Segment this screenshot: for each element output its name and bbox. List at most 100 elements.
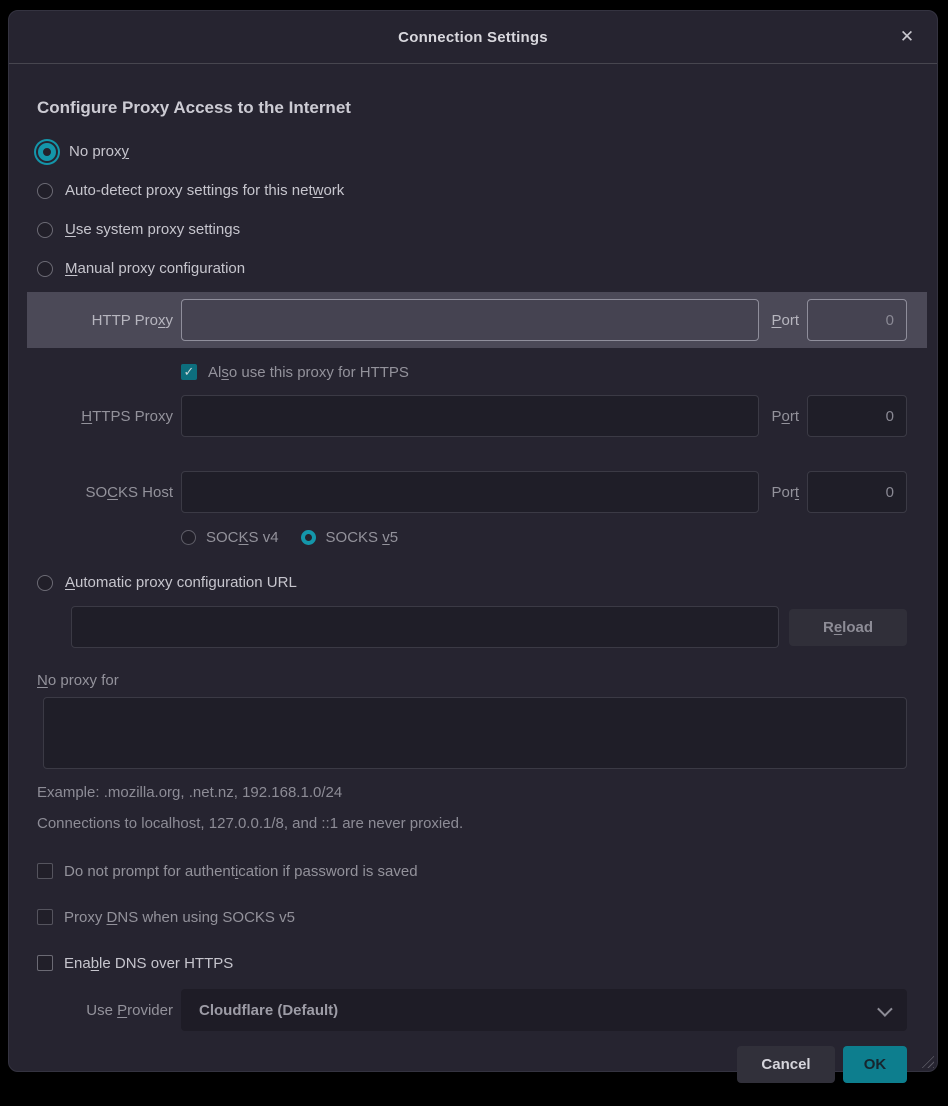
socks-host-row: SOCKS Host Port [37,471,907,513]
label-post: rt [790,408,799,425]
label-post: se system proxy settings [76,221,240,238]
http-proxy-row: HTTP Proxy Port [27,292,927,348]
label-pre: Use [86,1002,117,1019]
radio-socks-v4[interactable] [181,530,196,545]
connection-settings-dialog: Connection Settings ✕ Configure Proxy Ac… [8,10,938,1072]
socks-port-input[interactable] [807,471,907,513]
https-proxy-label: HTTPS Proxy [37,408,173,425]
label-accesskey: P [117,1002,127,1019]
share-proxy-row[interactable]: ✓ Also use this proxy for HTTPS [181,359,907,385]
label-post: rovider [127,1002,173,1019]
socks-version-row: SOCKS v4 SOCKS v5 [181,525,907,549]
http-port-input[interactable] [807,299,907,341]
label-accesskey: P [771,312,781,329]
no-proxy-for-textarea[interactable] [43,697,907,769]
no-auth-prompt-label: Do not prompt for authentication if pass… [64,863,418,880]
label-pre: No prox [69,143,122,160]
label-pre: P [771,408,781,425]
label-post: le DNS over HTTPS [99,955,233,972]
label-accesskey: s [221,364,229,381]
close-button[interactable]: ✕ [893,23,921,51]
radio-row-autodetect[interactable]: Auto-detect proxy settings for this netw… [37,171,907,210]
radio-autoproxy-url[interactable] [37,575,53,591]
https-proxy-row: HTTPS Proxy Port [37,395,907,437]
dialog-titlebar: Connection Settings ✕ [9,11,937,64]
autodetect-label: Auto-detect proxy settings for this netw… [65,182,344,199]
proxy-dns-label: Proxy DNS when using SOCKS v5 [64,909,295,926]
doh-label: Enable DNS over HTTPS [64,955,233,972]
socks-host-label: SOCKS Host [37,484,173,501]
provider-dropdown[interactable]: Cloudflare (Default) [181,989,907,1031]
radio-row-system-proxy[interactable]: Use system proxy settings [37,210,907,249]
doh-checkbox[interactable] [37,955,53,971]
dialog-footer: Cancel OK [37,1046,907,1083]
autoproxy-url-input[interactable] [71,606,779,648]
no-auth-prompt-row: Do not prompt for authentication if pass… [37,858,907,884]
label-post: ort [781,312,799,329]
label-post: TTPS Proxy [92,408,173,425]
share-proxy-checkbox[interactable]: ✓ [181,364,197,380]
http-proxy-input[interactable] [181,299,759,341]
label-post: NS when using SOCKS v5 [117,909,295,926]
socks-host-input[interactable] [181,471,759,513]
provider-row: Use Provider Cloudflare (Default) [37,989,907,1031]
radio-no-proxy[interactable] [38,143,56,161]
label-accesskey: x [158,312,166,329]
label-accesskey: y [122,143,130,160]
radio-autodetect[interactable] [37,183,53,199]
no-auth-prompt-checkbox[interactable] [37,863,53,879]
close-icon: ✕ [900,27,914,47]
label-accesskey: w [313,182,324,199]
chevron-down-icon [877,1001,893,1017]
label-post: S v4 [249,529,279,546]
label-pre: Por [771,484,794,501]
socks-v4-label: SOCKS v4 [206,529,279,546]
label-post: ork [323,182,344,199]
label-accesskey: K [239,529,249,546]
label-post: o use this proxy for HTTPS [229,364,409,381]
label-accesskey: e [834,619,842,636]
dialog-title: Connection Settings [398,29,548,46]
label-accesskey: U [65,221,76,238]
page-title: Configure Proxy Access to the Internet [37,98,907,118]
reload-button[interactable]: Reload [789,609,907,646]
label-post: load [842,619,873,636]
https-port-label: Port [771,408,799,425]
label-pre: Ena [64,955,91,972]
label-post: KS Host [118,484,173,501]
proxy-dns-checkbox[interactable] [37,909,53,925]
radio-socks-v5[interactable] [301,530,316,545]
ok-button[interactable]: OK [843,1046,907,1083]
radio-manual-proxy[interactable] [37,261,53,277]
label-post: y [166,312,174,329]
http-proxy-label: HTTP Proxy [37,312,173,329]
label-accesskey: o [781,408,789,425]
autoproxy-url-label: Automatic proxy configuration URL [65,574,297,591]
label-pre: Do not prompt for authent [64,863,235,880]
label-accesskey: C [107,484,118,501]
socks-port-label: Port [771,484,799,501]
radio-row-autoproxy-url[interactable]: Automatic proxy configuration URL [37,563,907,602]
cancel-button[interactable]: Cancel [737,1046,835,1083]
proxy-dns-row: Proxy DNS when using SOCKS v5 [37,904,907,930]
radio-row-no-proxy[interactable]: No proxy [37,132,907,171]
label-pre: Al [208,364,221,381]
https-port-input[interactable] [807,395,907,437]
no-proxy-for-label: No proxy for [37,672,907,689]
label-pre: HTTP Pro [92,312,158,329]
label-accesskey: D [107,909,118,926]
radio-row-manual-proxy[interactable]: Manual proxy configuration [37,249,907,288]
https-proxy-input[interactable] [181,395,759,437]
doh-row[interactable]: Enable DNS over HTTPS [37,950,907,976]
label-post: o proxy for [48,672,119,689]
label-accesskey: M [65,260,78,277]
label-pre: Proxy [64,909,107,926]
label-accesskey: N [37,672,48,689]
label-post: 5 [390,529,398,546]
socks-v5-label: SOCKS v5 [326,529,399,546]
provider-label: Use Provider [37,1002,173,1019]
localhost-note-text: Connections to localhost, 127.0.0.1/8, a… [37,815,907,832]
share-proxy-label: Also use this proxy for HTTPS [208,364,409,381]
dialog-content: Configure Proxy Access to the Internet N… [9,64,937,1083]
radio-system-proxy[interactable] [37,222,53,238]
